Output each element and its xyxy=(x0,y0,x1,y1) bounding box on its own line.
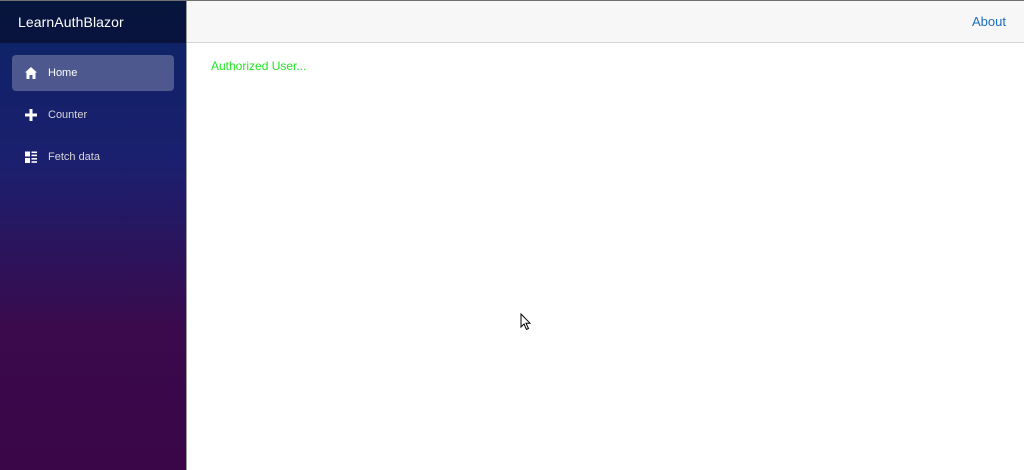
brand-link[interactable]: LearnAuthBlazor xyxy=(18,14,124,30)
sidebar-item-label: Home xyxy=(48,67,78,79)
authorized-status-text: Authorized User... xyxy=(211,59,307,73)
about-link[interactable]: About xyxy=(972,14,1006,29)
sidebar-item-counter[interactable]: Counter xyxy=(12,97,174,133)
home-icon xyxy=(24,66,38,80)
top-bar: About xyxy=(187,1,1024,43)
sidebar-item-fetch-data[interactable]: Fetch data xyxy=(12,139,174,175)
sidebar-item-home[interactable]: Home xyxy=(12,55,174,91)
sidebar: LearnAuthBlazor Home Counter Fetch data xyxy=(0,1,187,470)
sidebar-item-label: Fetch data xyxy=(48,151,100,163)
page-content: Authorized User... xyxy=(187,43,1024,470)
plus-icon xyxy=(24,108,38,122)
main-area: About Authorized User... xyxy=(187,1,1024,470)
app-root: LearnAuthBlazor Home Counter Fetch data … xyxy=(0,0,1024,470)
brand-bar: LearnAuthBlazor xyxy=(0,1,186,43)
sidebar-item-label: Counter xyxy=(48,109,88,121)
list-icon xyxy=(24,150,38,164)
sidebar-nav: Home Counter Fetch data xyxy=(0,43,186,175)
mouse-cursor-icon xyxy=(520,313,532,331)
